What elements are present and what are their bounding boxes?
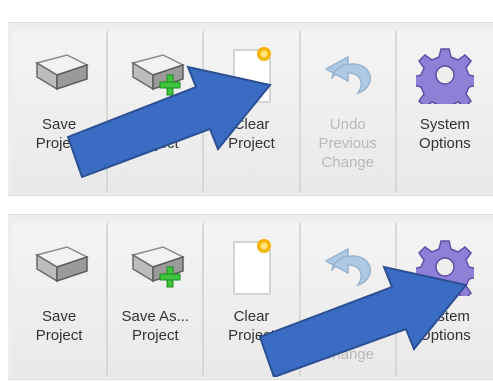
toolbar-panel-clear-highlight: Save Project Save As... Project Clear Pr… bbox=[8, 22, 493, 196]
save-project-button[interactable]: Save Project bbox=[12, 223, 109, 377]
undo-previous-change-label: Undo Previous Change bbox=[318, 116, 377, 171]
save-project-label: Save Project bbox=[35, 116, 83, 152]
system-options-label: System Options bbox=[419, 116, 471, 152]
clear-project-label: Clear Project bbox=[228, 308, 275, 344]
system-options-button[interactable]: System Options bbox=[396, 31, 493, 193]
clear-project-button[interactable]: Clear Project bbox=[204, 31, 301, 193]
undo-icon bbox=[313, 233, 383, 301]
new-document-icon bbox=[217, 233, 287, 301]
save-as-drive-icon bbox=[120, 41, 190, 109]
new-document-icon bbox=[217, 41, 287, 109]
clear-project-label: Clear Project bbox=[228, 116, 275, 152]
system-options-label: System Options bbox=[419, 308, 471, 344]
undo-previous-change-button[interactable]: Undo Previous Change bbox=[300, 223, 397, 377]
save-project-button[interactable]: Save Project bbox=[12, 31, 109, 193]
save-as-drive-icon bbox=[120, 233, 190, 301]
save-as-project-label: Save As... Project bbox=[121, 308, 190, 344]
save-project-label: Save Project bbox=[35, 308, 83, 344]
toolbar-panel-options-highlight: Save Project Save As... Project Clear Pr… bbox=[8, 214, 493, 380]
save-as-project-button[interactable]: Save As... Project bbox=[108, 31, 205, 193]
undo-previous-change-label: Undo Previous Change bbox=[318, 308, 377, 363]
system-options-button[interactable]: System Options bbox=[396, 223, 493, 377]
save-as-project-button[interactable]: Save As... Project bbox=[108, 223, 205, 377]
gear-icon bbox=[410, 41, 480, 109]
save-drive-icon bbox=[24, 41, 94, 109]
ribbon-toolbar: Save Project Save As... Project Clear Pr… bbox=[12, 31, 493, 193]
undo-icon bbox=[313, 41, 383, 109]
ribbon-toolbar: Save Project Save As... Project Clear Pr… bbox=[12, 223, 493, 377]
save-as-project-label: Save As... Project bbox=[121, 116, 190, 152]
gear-icon bbox=[410, 233, 480, 301]
undo-previous-change-button[interactable]: Undo Previous Change bbox=[300, 31, 397, 193]
save-drive-icon bbox=[24, 233, 94, 301]
clear-project-button[interactable]: Clear Project bbox=[204, 223, 301, 377]
